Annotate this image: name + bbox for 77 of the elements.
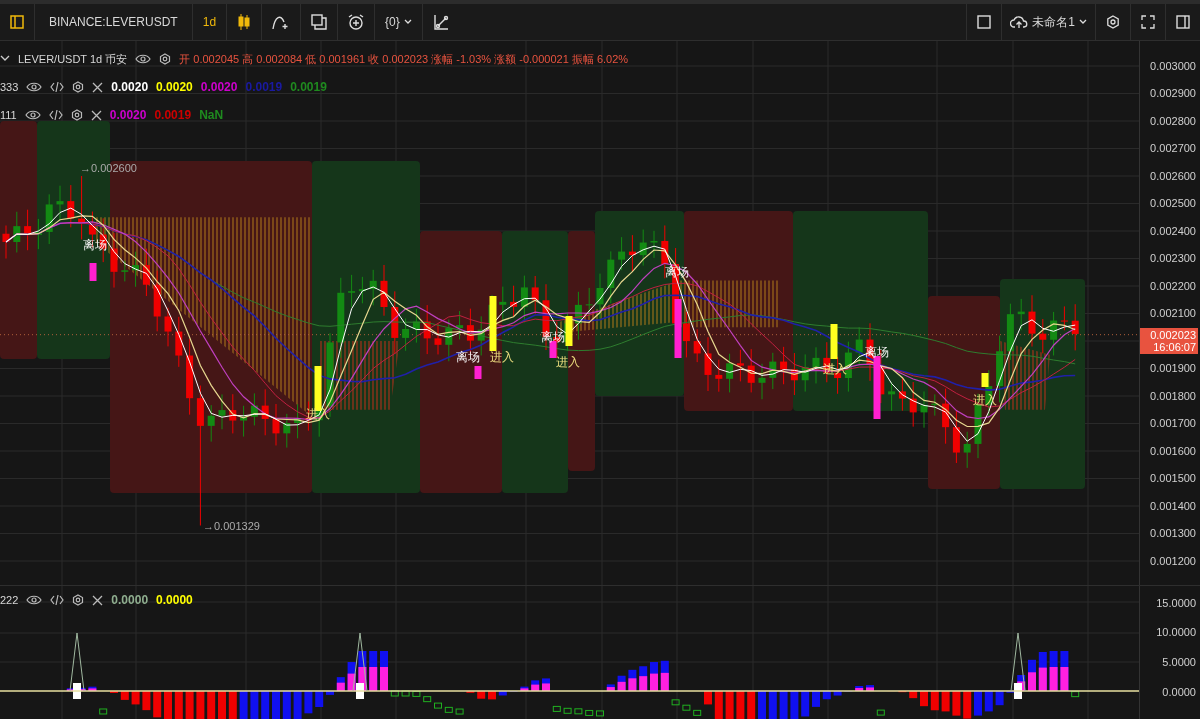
entry-signal-label: 进入 — [490, 350, 514, 364]
code-icon[interactable] — [50, 594, 65, 606]
indicator-value: 0.0019 — [245, 80, 283, 94]
price-annotation: →0.002600 — [80, 162, 137, 174]
price-axis-label: 0.002200 — [1149, 278, 1197, 294]
indicator-value: 0.0000 — [111, 593, 149, 607]
price-axis-label: 0.002100 — [1149, 306, 1197, 322]
price-axis-label: 0.002600 — [1149, 168, 1197, 184]
price-axis-label: 0.003000 — [1149, 58, 1197, 74]
line-tool-icon — [432, 14, 449, 30]
indicator-value: 0.0000 — [156, 593, 193, 607]
indicator-value: NaN — [199, 108, 224, 122]
price-axis-label: 0.002300 — [1149, 251, 1197, 267]
alarm-clock-icon — [348, 14, 365, 30]
oscillator-axis-label: 10.0000 — [1155, 625, 1197, 641]
price-axis-label: 0.001600 — [1149, 443, 1197, 459]
eye-icon[interactable] — [24, 109, 41, 121]
indicator-value: 0.0020 — [111, 80, 149, 94]
entry-signal-label: 进入 — [823, 362, 847, 376]
price-axis-label: 0.002800 — [1149, 113, 1197, 129]
eye-icon[interactable] — [26, 594, 43, 606]
settings-icon[interactable] — [72, 81, 85, 93]
countdown-timer: 16:06:07 — [1153, 340, 1197, 353]
panel-icon — [10, 15, 24, 29]
ohlc-readout: 开 0.002045 高 0.002084 低 0.001961 收 0.002023 涨幅 -1.03% 涨额 -0.000021 振幅 6.02% — [179, 51, 629, 67]
price-axis-label: 0.002500 — [1149, 196, 1197, 212]
spike-marker — [352, 632, 368, 692]
price-axis-label: 0.001500 — [1149, 471, 1197, 487]
close-icon[interactable] — [92, 81, 104, 93]
symbol-title: LEVER/USDT 1d 币安 — [18, 51, 128, 67]
price-axis-label: 0.001300 — [1149, 526, 1197, 542]
settings-icon[interactable] — [72, 594, 85, 606]
price-axis-label: 0.001700 — [1149, 416, 1197, 432]
close-icon[interactable] — [90, 109, 102, 121]
code-icon[interactable] — [50, 81, 65, 93]
eye-icon[interactable] — [135, 53, 152, 65]
indicator-value: 0.0020 — [156, 80, 193, 94]
price-axis-label: 0.001900 — [1149, 361, 1197, 377]
price-axis-label: 0.001200 — [1149, 553, 1197, 569]
caret-icon — [403, 19, 412, 25]
price-annotation: →0.001329 — [203, 520, 260, 532]
spike-marker — [69, 632, 85, 692]
curve-plus-icon — [272, 14, 291, 30]
caret-icon — [1079, 19, 1087, 25]
settings-icon[interactable] — [159, 53, 172, 65]
oscillator-axis-label: 5.0000 — [1161, 655, 1197, 670]
chevron-down-icon[interactable] — [0, 55, 10, 63]
indicator-label: 333 — [0, 81, 19, 93]
close-icon[interactable] — [92, 594, 104, 606]
exit-signal-label: 离场 — [456, 350, 480, 364]
oscillator-axis-label: 0.0000 — [1161, 684, 1197, 700]
settings-icon[interactable] — [70, 109, 83, 121]
indicator-value: 0.0019 — [290, 80, 327, 94]
last-price: 0.002023 — [1150, 328, 1197, 341]
price-axis-label: 0.002400 — [1149, 223, 1197, 239]
price-axis-label: 0.002700 — [1149, 141, 1197, 157]
square-icon — [977, 15, 992, 29]
windows-icon — [311, 14, 328, 30]
price-axis-label: 0.001400 — [1149, 498, 1197, 514]
cloud-upload-icon — [1010, 15, 1029, 29]
price-axis-label: 0.001800 — [1149, 388, 1197, 404]
exit-signal-label: 离场 — [541, 330, 565, 344]
indicator-value: 0.0019 — [154, 108, 192, 122]
fullscreen-icon — [1141, 15, 1155, 29]
indicator-label: 222 — [0, 594, 19, 606]
oscillator-axis-label: 15.0000 — [1155, 595, 1197, 611]
indicator-label: 111 — [0, 109, 17, 121]
spike-marker — [1010, 632, 1026, 692]
entry-signal-label: 进入 — [556, 355, 580, 369]
price-axis-label: 0.002900 — [1149, 86, 1197, 102]
panel-icon — [1176, 15, 1190, 29]
indicator-value: 0.0020 — [200, 80, 238, 94]
candlestick-icon — [237, 14, 252, 30]
code-icon[interactable] — [48, 109, 63, 121]
eye-icon[interactable] — [26, 81, 43, 93]
settings-icon — [1106, 15, 1120, 29]
indicator-value: 0.0020 — [109, 108, 147, 122]
